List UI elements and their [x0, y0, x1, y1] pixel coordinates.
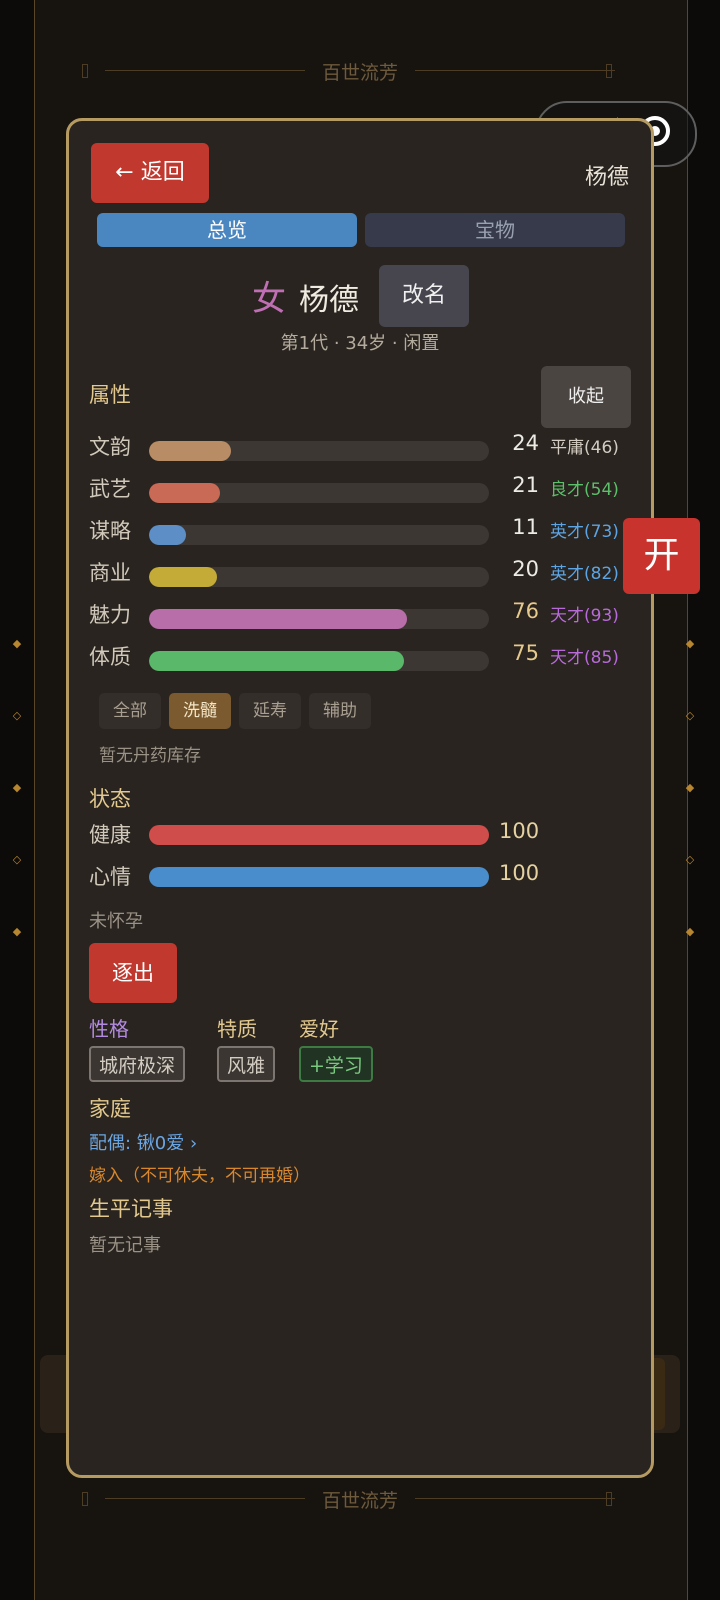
- left-diamond-decoration: ◆ ◇ ◆ ◇ ◆: [12, 637, 22, 938]
- quality-tag[interactable]: 风雅: [217, 1046, 276, 1082]
- attribute-bar-fill: [149, 567, 217, 587]
- attribute-value: 75: [512, 641, 539, 665]
- attribute-label: 商业: [89, 561, 131, 585]
- personality-tag[interactable]: 城府极深: [89, 1046, 186, 1082]
- top-banner-title: 百世流芳: [321, 62, 398, 84]
- life-events-title: 生平记事: [89, 1197, 173, 1221]
- attribute-label: 文韵: [89, 435, 131, 459]
- mood-bar: [149, 867, 489, 887]
- hobby-tag[interactable]: +学习: [299, 1046, 373, 1082]
- attribute-grade: 天才(93): [550, 606, 619, 626]
- attribute-grade: 良才(54): [550, 480, 619, 500]
- attribute-bar-fill: [149, 441, 231, 461]
- pill-tab-support[interactable]: 辅助: [309, 693, 371, 729]
- status-value: 100: [499, 819, 540, 843]
- collapse-button[interactable]: 收起: [541, 366, 631, 428]
- character-meta: 第1代 · 34岁 · 闲置: [280, 333, 440, 354]
- expel-button[interactable]: 逐出: [89, 943, 177, 1003]
- attribute-track: [149, 651, 489, 671]
- bottom-banner-title: 百世流芳: [321, 1490, 398, 1512]
- status-row-health: 健康 100: [89, 819, 649, 851]
- family-title: 家庭: [89, 1097, 131, 1121]
- attribute-row-shangye: 商业 20 英才(82): [89, 557, 649, 589]
- pill-tab-marrow[interactable]: 洗髓: [169, 693, 231, 729]
- right-diamond-decoration: ◆ ◇ ◆ ◇ ◆: [685, 637, 695, 938]
- attribute-row-wuyi: 武艺 21 良才(54): [89, 473, 649, 505]
- attribute-bar-fill: [149, 651, 404, 671]
- attribute-row-meili: 魅力 76 天才(93): [89, 599, 649, 631]
- attribute-label: 魅力: [89, 603, 131, 627]
- attribute-label: 武艺: [89, 477, 131, 501]
- marriage-note: 嫁入（不可休夫，不可再婚）: [89, 1166, 310, 1186]
- status-label: 健康: [89, 823, 131, 847]
- bottom-banner: 百世流芳: [0, 1486, 720, 1513]
- attribute-bar-fill: [149, 483, 221, 503]
- attribute-bar-fill: [149, 609, 408, 629]
- attribute-track: [149, 567, 489, 587]
- attribute-row-tizhi: 体质 75 天才(85): [89, 641, 649, 673]
- status-row-mood: 心情 100: [89, 861, 649, 893]
- attribute-value: 11: [512, 515, 539, 539]
- header-character-name: 杨德: [584, 165, 629, 190]
- attribute-grade: 英才(73): [550, 522, 619, 542]
- life-events-note: 暂无记事: [89, 1235, 161, 1256]
- rename-button[interactable]: 改名: [379, 265, 469, 327]
- pill-tab-longevity[interactable]: 延寿: [239, 693, 301, 729]
- character-name: 杨德: [299, 283, 359, 318]
- attribute-bar-fill: [149, 525, 187, 545]
- attribute-track: [149, 525, 489, 545]
- attributes-title: 属性: [89, 383, 131, 407]
- personality-title: 性格: [89, 1017, 129, 1041]
- character-panel: ← 返回 杨德 总览 宝物 女 杨德 改名 第1代 · 34岁 · 闲置 属性 …: [66, 118, 654, 1478]
- attribute-track: [149, 441, 489, 461]
- open-float-button[interactable]: 开: [623, 518, 700, 594]
- status-title: 状态: [89, 787, 131, 811]
- female-gender-icon: 女: [252, 279, 286, 319]
- tab-treasures[interactable]: 宝物: [365, 213, 625, 247]
- status-value: 100: [499, 861, 540, 885]
- top-banner: 百世流芳: [0, 58, 720, 85]
- attribute-row-moulue: 谋略 11 英才(73): [89, 515, 649, 547]
- attribute-value: 76: [512, 599, 539, 623]
- attribute-grade: 平庸(46): [550, 438, 619, 458]
- attribute-value: 24: [512, 431, 539, 455]
- attribute-label: 谋略: [89, 519, 131, 543]
- status-label: 心情: [89, 865, 131, 889]
- attribute-grade: 天才(85): [550, 648, 619, 668]
- attribute-track: [149, 609, 489, 629]
- pregnancy-status: 未怀孕: [89, 911, 143, 932]
- panel-tabs: 总览 宝物: [91, 213, 631, 253]
- attribute-value: 21: [512, 473, 539, 497]
- pill-tab-all[interactable]: 全部: [99, 693, 161, 729]
- no-pills-note: 暂无丹药库存: [99, 746, 201, 766]
- back-button[interactable]: ← 返回: [91, 143, 209, 203]
- attribute-grade: 英才(82): [550, 564, 619, 584]
- attribute-value: 20: [512, 557, 539, 581]
- spouse-link[interactable]: 配偶: 锹0爱 ›: [89, 1129, 197, 1155]
- quality-title: 特质: [217, 1017, 257, 1041]
- hobby-title: 爱好: [299, 1017, 339, 1041]
- health-bar: [149, 825, 489, 845]
- tab-overview[interactable]: 总览: [97, 213, 357, 247]
- attribute-label: 体质: [89, 645, 131, 669]
- attribute-row-wenyun: 文韵 24 平庸(46): [89, 431, 649, 463]
- attribute-track: [149, 483, 489, 503]
